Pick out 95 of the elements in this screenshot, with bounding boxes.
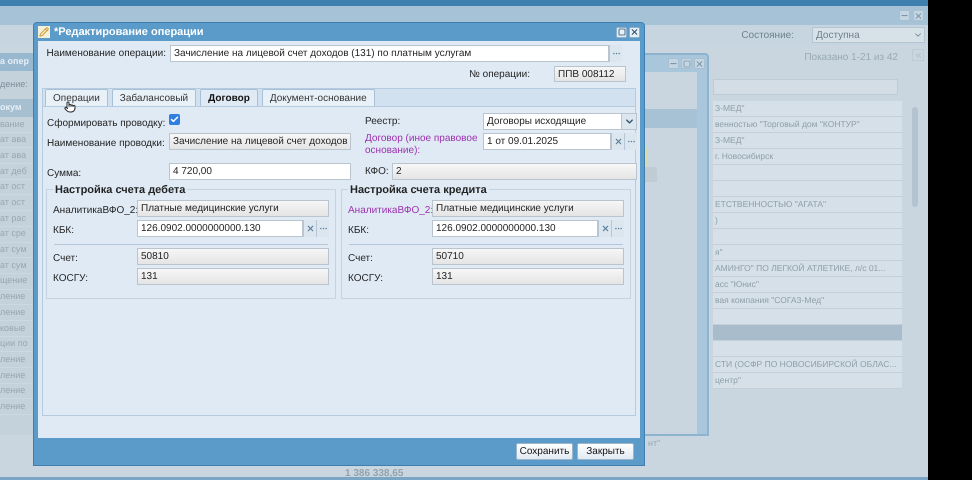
clear-icon: [600, 224, 610, 233]
table-row[interactable]: венностью "Торговый дом "КОНТУР": [713, 117, 902, 133]
maximize-icon: [618, 28, 626, 36]
tab[interactable]: Забалансовый: [112, 89, 196, 106]
browse-button[interactable]: [624, 133, 637, 150]
table-cell: вая компания "СОГАЗ-Мед": [715, 294, 824, 307]
checkbox[interactable]: [169, 114, 180, 125]
table-row[interactable]: [713, 341, 902, 357]
table-cell: г. Новосибирск: [715, 150, 774, 163]
field-label: № операции:: [469, 68, 530, 82]
input-field[interactable]: 131: [432, 268, 624, 285]
browse-button[interactable]: [316, 220, 329, 237]
browse-button[interactable]: [611, 220, 624, 237]
clear-icon: [614, 137, 622, 146]
close-button[interactable]: [629, 26, 640, 38]
tab[interactable]: Операции: [45, 89, 108, 106]
close-icon: [630, 27, 639, 37]
field-label: КОСГУ:: [53, 272, 88, 284]
table-cell: я": [715, 246, 723, 259]
field-label: Наименование операции:: [46, 47, 166, 61]
input-field[interactable]: 4 720,00: [169, 163, 351, 180]
browse-button[interactable]: [609, 45, 622, 62]
table-row[interactable]: З-МЕД": [713, 133, 902, 149]
input-field[interactable]: Платные медицинские услуги: [432, 200, 624, 217]
table-row[interactable]: центр": [713, 373, 902, 389]
field-label: КОСГУ:: [348, 272, 384, 284]
input-field[interactable]: 126.0902.0000000000.130: [432, 220, 598, 237]
field-label: Договор (иное правовое основание):: [365, 133, 478, 157]
table-cell: асс "Юнис": [715, 278, 759, 291]
input-field[interactable]: Зачисление на лицевой счет доходов: [169, 133, 351, 150]
table-row[interactable]: СТИ (ОСФР ПО НОВОСИБИРСКОЙ ОБЛАС...: [713, 357, 902, 373]
clear-button[interactable]: [598, 220, 611, 237]
input-field[interactable]: 126.0902.0000000000.130: [137, 220, 303, 237]
table-cell: З-МЕД": [715, 102, 744, 115]
field-label: АналитикаВФО_2:: [348, 204, 434, 216]
input-field[interactable]: 50710: [432, 248, 624, 265]
input-field[interactable]: 1 от 09.01.2025: [483, 133, 611, 150]
fieldset-title: Настройка счета дебета: [53, 182, 188, 198]
table-row[interactable]: ): [713, 213, 902, 229]
input-field[interactable]: Платные медицинские услуги: [137, 200, 329, 217]
table-row[interactable]: З-МЕД": [713, 101, 902, 117]
field-label: Счет:: [53, 252, 78, 264]
field-label: Реестр:: [365, 116, 400, 128]
field-label: Сумма:: [47, 168, 82, 178]
input-field[interactable]: ППВ 008112: [554, 66, 626, 82]
table-row[interactable]: АМИНГО" ПО ЛЕГКОЙ АТЛЕТИКЕ, л/с 01...: [713, 261, 902, 277]
minimize-button[interactable]: [668, 58, 679, 69]
field-label: Счет:: [348, 252, 373, 264]
maximize-button[interactable]: [616, 26, 627, 38]
field-label: Наименование проводки:: [47, 138, 165, 148]
table-row[interactable]: г. Новосибирск: [713, 149, 902, 165]
field-label: АналитикаВФО_2:: [53, 204, 138, 216]
state-label: Состояние:: [741, 28, 794, 42]
dialog-title: *Редактирование операции: [54, 24, 205, 40]
table-cell: СТИ (ОСФР ПО НОВОСИБИРСКОЙ ОБЛАС...: [715, 358, 896, 371]
table-row[interactable]: ЕТСТВЕННОСТЬЮ "АГАТА": [713, 197, 902, 213]
dialog-button[interactable]: Закрыть: [577, 443, 634, 460]
table-row[interactable]: [713, 309, 902, 325]
dialog-button[interactable]: Сохранить: [516, 443, 573, 460]
input-field[interactable]: 50810: [137, 248, 329, 265]
minimize-button[interactable]: [899, 10, 910, 21]
field-label: КФО:: [365, 166, 389, 178]
close-icon: [695, 58, 704, 68]
input-field[interactable]: Зачисление на лицевой счет доходов (131) по платным услугам: [170, 45, 609, 62]
clear-icon: [306, 224, 314, 233]
field-label: Сформировать проводку:: [47, 118, 166, 128]
dropdown-field[interactable]: Договоры исходящие: [483, 113, 637, 130]
table-cell: центр": [715, 374, 741, 387]
state-dropdown[interactable]: Доступна: [812, 27, 925, 43]
window-title: а опер: [0, 55, 29, 68]
table-cell: венностью "Торговый дом "КОНТУР": [715, 118, 860, 131]
clear-button[interactable]: [611, 133, 624, 150]
clear-button[interactable]: [303, 220, 316, 237]
table-cell: ): [715, 214, 718, 227]
check-icon: [170, 115, 179, 124]
close-icon: [914, 10, 923, 20]
column-header: окум: [0, 101, 22, 114]
table-cell: АМИНГО" ПО ЛЕГКОЙ АТЛЕТИКЕ, л/с 01...: [715, 262, 886, 275]
table-cell: З-МЕД": [715, 134, 744, 147]
tab[interactable]: Документ-основание: [262, 89, 375, 106]
table-row[interactable]: я": [713, 245, 902, 261]
table-row[interactable]: [713, 325, 902, 341]
field-label: КБК:: [53, 224, 74, 236]
collapse-icon[interactable]: [912, 49, 924, 61]
filter-label: дение:: [0, 78, 28, 92]
field-label: КБК:: [348, 224, 369, 236]
fieldset-title: Настройка счета кредита: [348, 182, 489, 198]
maximize-icon: [682, 60, 690, 68]
table-cell: ЕТСТВЕННОСТЬЮ "АГАТА": [715, 198, 826, 211]
tab[interactable]: Договор: [200, 89, 258, 106]
edit-icon: [38, 26, 50, 38]
input-field[interactable]: 131: [137, 268, 329, 285]
table-row[interactable]: вая компания "СОГАЗ-Мед": [713, 293, 902, 309]
table-row[interactable]: асс "Юнис": [713, 277, 902, 293]
input-field[interactable]: 2: [392, 163, 637, 180]
